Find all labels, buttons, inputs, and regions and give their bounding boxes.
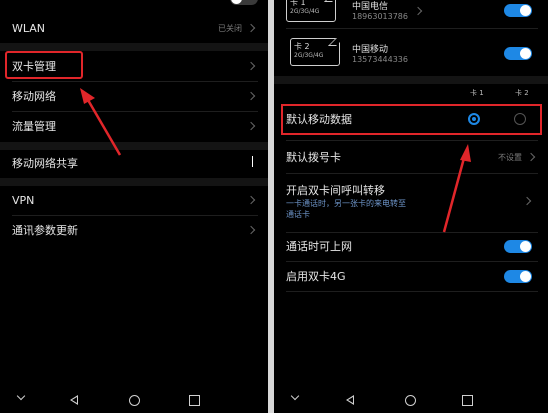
mobile-network-label: 移动网络 (12, 90, 56, 103)
back-icon[interactable] (70, 395, 78, 405)
navigation-bar (274, 387, 548, 413)
dual-4g-row[interactable]: 启用双卡4G (274, 262, 548, 290)
call-forward-desc-line2: 通话卡 (286, 210, 310, 219)
data-usage-row[interactable]: 流量管理 (0, 112, 268, 140)
data-usage-label: 流量管理 (12, 120, 56, 133)
call-forward-title: 开启双卡间呼叫转移 (286, 184, 385, 197)
section-separator (0, 142, 268, 150)
navigation-bar (0, 387, 268, 413)
chevron-right-icon (526, 152, 536, 162)
mobile-network-row[interactable]: 移动网络 (0, 82, 268, 110)
divider (286, 173, 538, 174)
text-cursor (252, 156, 253, 167)
hotspot-label: 移动网络共享 (12, 157, 78, 170)
vpn-label: VPN (12, 193, 35, 207)
call-forward-row[interactable]: 开启双卡间呼叫转移 一卡通话时，另一张卡的来电转至 通话卡 (274, 176, 548, 230)
chevron-right-icon (246, 23, 256, 33)
carrier-update-row[interactable]: 通讯参数更新 (0, 216, 268, 244)
sim2-toggle[interactable] (504, 47, 532, 60)
column-header-card1: 卡 1 (470, 89, 484, 97)
top-partial-toggle[interactable] (230, 0, 258, 5)
divider (286, 28, 538, 29)
divider (286, 291, 538, 292)
sim2-number: 13573444336 (352, 55, 408, 64)
chevron-right-icon (246, 61, 256, 71)
wlan-status: 已关闭 (218, 23, 242, 33)
section-separator (0, 43, 268, 51)
home-icon[interactable] (405, 395, 416, 406)
chevron-right-icon (246, 121, 256, 131)
hide-nav-icon[interactable] (290, 391, 300, 401)
sim1-network: 2G/3G/4G (290, 8, 320, 15)
sim2-card-icon: 卡 2 2G/3G/4G (290, 38, 344, 66)
dual-4g-label: 启用双卡4G (286, 270, 346, 283)
sim1-number: 18963013786 (352, 12, 408, 21)
carrier-update-label: 通讯参数更新 (12, 224, 78, 237)
wlan-label: WLAN (12, 21, 46, 35)
left-phone-screen: WLAN 已关闭 双卡管理 移动网络 流量管理 移动网络共享 VPN 通讯参数更… (0, 0, 268, 413)
call-forward-desc-line1: 一卡通话时，另一张卡的来电转至 (286, 199, 406, 208)
sim2-carrier: 中国移动 (352, 45, 389, 55)
chevron-right-icon (413, 6, 423, 16)
section-separator (0, 178, 268, 186)
sim1-carrier: 中国电信 (352, 2, 389, 12)
call-internet-toggle[interactable] (504, 239, 532, 253)
dual-4g-toggle[interactable] (504, 269, 532, 283)
recent-apps-icon[interactable] (462, 395, 473, 406)
chevron-right-icon (246, 225, 256, 235)
sim2-network: 2G/3G/4G (294, 52, 324, 59)
column-header-card2: 卡 2 (515, 89, 529, 97)
divider (286, 140, 538, 141)
default-dial-label: 默认拨号卡 (286, 151, 341, 164)
back-icon[interactable] (346, 395, 354, 405)
default-dial-value: 不设置 (498, 152, 522, 162)
home-icon[interactable] (129, 395, 140, 406)
wlan-row[interactable]: WLAN 已关闭 (0, 14, 268, 42)
sim1-toggle[interactable] (504, 4, 532, 17)
default-data-highlight (281, 104, 542, 135)
chevron-right-icon (522, 196, 532, 206)
right-phone-screen: 卡 1 2G/3G/4G 中国电信 18963013786 卡 2 2G/3G/… (274, 0, 548, 413)
section-separator (274, 76, 548, 84)
recent-apps-icon[interactable] (189, 395, 200, 406)
sim1-card-icon: 卡 1 2G/3G/4G (286, 0, 340, 22)
call-internet-row[interactable]: 通话时可上网 (274, 232, 548, 260)
hide-nav-icon[interactable] (16, 391, 26, 401)
chevron-right-icon (246, 91, 256, 101)
chevron-right-icon (246, 195, 256, 205)
dual-sim-highlight (5, 51, 83, 79)
default-dial-row[interactable]: 默认拨号卡 不设置 (274, 142, 548, 172)
vpn-row[interactable]: VPN (0, 186, 268, 214)
call-internet-label: 通话时可上网 (286, 240, 352, 253)
hotspot-row[interactable]: 移动网络共享 (0, 150, 268, 176)
